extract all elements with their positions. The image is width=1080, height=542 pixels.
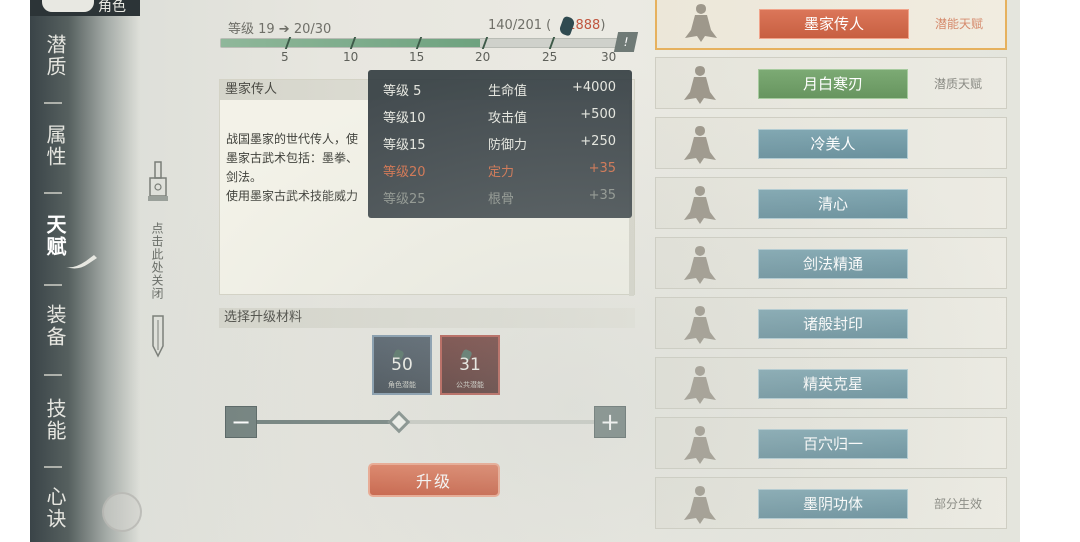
tooltip-value: +4000 [572,80,616,95]
talent-name: 月白寒刃 [758,69,908,99]
talent-figure-icon [684,246,716,284]
talent-name: 诸般封印 [758,309,908,339]
talent-figure-icon [684,486,716,524]
talent-figure-icon [684,186,716,224]
talent-row[interactable]: 冷美人 [655,117,1007,169]
talent-figure-icon [684,426,716,464]
tooltip-value: +250 [580,134,616,149]
quantity-slider[interactable] [257,420,594,424]
talent-name: 墨家传人 [759,9,909,39]
game-frame: 角色 潜质 属性 天赋 装备 技能 心诀 点击此处关闭 等级 19 ➔ 20/3… [30,0,1020,542]
tick-label: 20 [475,50,491,64]
material-count: 31 [459,355,481,375]
nav-separator [44,466,62,468]
description-line: 战国墨家的世代传人，使 [226,132,359,146]
minus-icon: − [230,408,252,436]
nav-item-attributes[interactable]: 属性 [40,124,67,168]
info-icon[interactable]: ! [613,32,639,52]
left-nav: 角色 潜质 属性 天赋 装备 技能 心诀 [30,0,142,542]
nav-item-talent[interactable]: 天赋 [40,214,67,258]
talent-figure-icon [684,366,716,404]
nav-item-equipment[interactable]: 装备 [40,304,67,348]
nav-top-label: 角色 [98,0,126,15]
description-line: 墨家古武术包括：墨拳、 [226,151,359,165]
talent-row[interactable]: 墨家传人 潜能天赋 [655,0,1007,50]
tick-label: 10 [343,50,359,64]
talent-row[interactable]: 诸般封印 [655,297,1007,349]
exp-value: 140/201 [488,18,543,33]
material-label: 公共潜能 [456,381,484,389]
nav-separator [44,192,62,194]
quantity-slider-fill [257,420,399,424]
talent-row[interactable]: 剑法精通 [655,237,1007,289]
nav-item-potential[interactable]: 潜质 [40,34,67,78]
progress-tick [481,37,489,49]
currency-open: ( [546,18,552,33]
nav-item-mind-art[interactable]: 心诀 [40,486,67,530]
progress-tick [548,37,556,49]
talent-name: 墨阴功体 [758,489,908,519]
material-character-potential[interactable]: 50 角色潜能 [372,335,432,395]
nav-separator [44,374,62,376]
tick-label: 5 [281,50,289,64]
emblem-icon [102,492,142,532]
tooltip-value: +35 [588,161,616,176]
tooltip-stat: 根骨 [488,192,515,207]
talent-name: 冷美人 [758,129,908,159]
talent-row[interactable]: 墨阴功体 部分生效 [655,477,1007,529]
level-bonus-tooltip: 等级 5 生命值 +4000 等级10 攻击值 +500 等级15 防御力 +2… [368,70,632,218]
talent-list: 墨家传人 潜能天赋月白寒刃 潜质天赋冷美人清心剑法精通诸般封印精英克星百穴归一墨阴功… [655,0,1007,542]
tick-label: 25 [542,50,558,64]
talent-row[interactable]: 百穴归一 [655,417,1007,469]
talent-row[interactable]: 清心 [655,177,1007,229]
level-progress-bar [220,37,620,49]
nav-item-skills[interactable]: 技能 [40,398,67,442]
tick-label: 30 [601,50,617,64]
currency-close: ) [600,18,606,33]
material-label: 角色潜能 [388,381,416,389]
description-body: 战国墨家的世代传人，使 墨家古武术包括：墨拳、 剑法。 使用墨家古武术技能威力 [226,130,386,206]
nav-separator [44,284,62,286]
talent-figure-icon [684,66,716,104]
quantity-slider-handle[interactable] [387,410,410,434]
tooltip-row-locked: 等级25 根骨 +35 [368,178,632,207]
material-count: 50 [391,355,413,375]
tooltip-row: 等级10 攻击值 +500 [368,97,632,126]
brush-icon [66,255,97,269]
plus-icon: + [599,408,621,436]
talent-name: 清心 [758,189,908,219]
nav-separator [44,102,62,104]
materials-header: 选择升级材料 [219,308,635,328]
tooltip-value: +500 [580,107,616,122]
minus-button[interactable]: − [225,406,257,438]
talent-row[interactable]: 精英克星 [655,357,1007,409]
description-line: 使用墨家古武术技能威力 [226,189,359,203]
description-line: 剑法。 [226,170,263,184]
level-label: 等级 19 ➔ 20/30 [228,22,332,37]
tooltip-value: +35 [588,188,616,203]
talent-figure-icon [685,4,717,42]
talent-name: 百穴归一 [758,429,908,459]
talent-tag: 潜质天赋 [934,77,983,91]
close-hint-text[interactable]: 点击此处关闭 [150,222,166,300]
tooltip-row: 等级 5 生命值 +4000 [368,70,632,99]
back-button[interactable] [42,0,94,12]
tooltip-level: 等级25 [383,192,426,207]
talent-name: 精英克星 [758,369,908,399]
plus-button[interactable]: + [594,406,626,438]
exp-label: 140/201 (1888) [488,18,605,33]
talent-tag: 部分生效 [934,497,983,511]
talent-tag: 潜能天赋 [935,17,984,31]
talent-name: 剑法精通 [758,249,908,279]
talent-figure-icon [684,126,716,164]
tooltip-row-current: 等级20 定力 +35 [368,151,632,180]
upgrade-button[interactable]: 升级 [368,463,500,497]
talent-figure-icon [684,306,716,344]
tick-label: 15 [409,50,425,64]
talent-row[interactable]: 月白寒刃 潜质天赋 [655,57,1007,109]
tooltip-row: 等级15 防御力 +250 [368,124,632,153]
material-shared-potential[interactable]: 31 公共潜能 [440,335,500,395]
